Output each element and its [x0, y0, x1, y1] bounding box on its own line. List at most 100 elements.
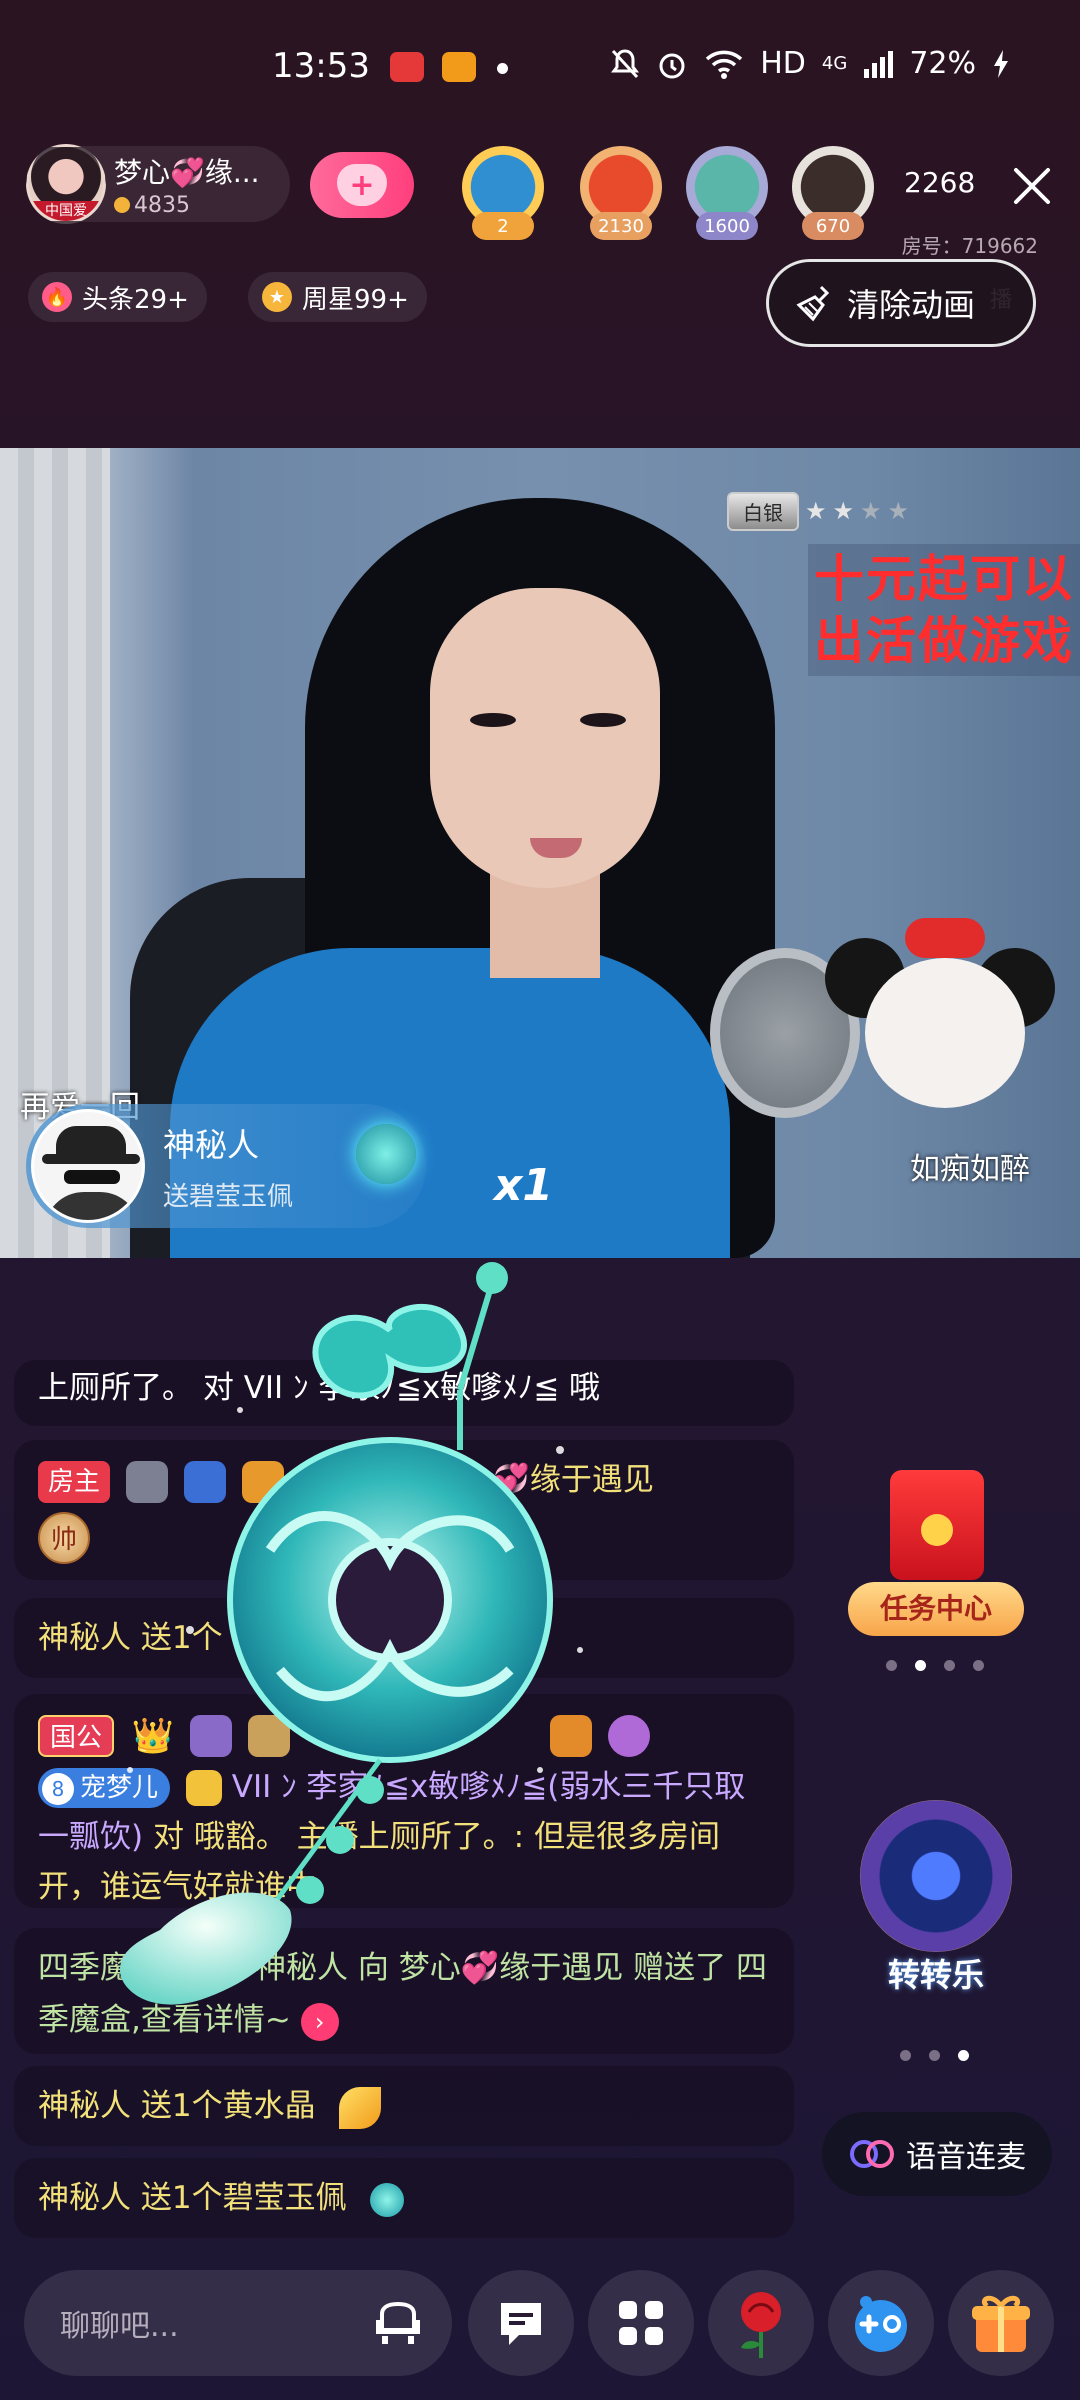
follow-button[interactable]: + — [310, 152, 414, 218]
chat-message-user: 💞缘于遇见 — [491, 1462, 654, 1498]
carousel-dot — [886, 1660, 897, 1671]
glasses-shape — [64, 1170, 120, 1184]
medal-badge-icon — [190, 1714, 233, 1757]
weekly-star-pill[interactable]: ★ 周星99+ — [248, 272, 427, 322]
chat-message[interactable]: 神秘人 送1个 — [14, 1598, 794, 1678]
carousel-dot — [944, 1660, 955, 1671]
chat-message[interactable]: 四季魔盒消息：神秘人 向 梦心💞缘于遇见 赠送了 四季魔盒,查看详情~ › — [14, 1928, 794, 2054]
headline-pill[interactable]: 🔥 头条29+ — [28, 272, 207, 322]
top-viewer-avatar-4[interactable]: 670 — [792, 146, 874, 240]
chat-message[interactable]: 神秘人 送1个碧莹玉佩 — [14, 2158, 794, 2238]
status-time: 13:53 — [272, 46, 370, 86]
clear-animation-label: 清除动画 — [847, 286, 976, 324]
mute-icon — [611, 48, 640, 78]
alarm-icon — [659, 53, 685, 78]
user-card-icon — [185, 1770, 222, 1806]
spin-carousel-dots — [900, 2050, 969, 2061]
clear-animation-button[interactable]: 清除动画 — [766, 259, 1036, 347]
barrage-button[interactable] — [468, 2270, 574, 2376]
spin-wheel-icon — [860, 1800, 1012, 1952]
host-name: 梦心💞缘... — [114, 155, 260, 189]
chat-message-body: 8 宠梦儿 VII ﾝ 李家ﾉ≦x敏嗲ﾒﾉ≦(弱水三千只取一瓢饮) 对 哦豁。 主… — [38, 1762, 770, 1912]
chat-message[interactable]: 神秘人 送1个黄水晶 — [14, 2066, 794, 2146]
gift-button[interactable] — [948, 2270, 1054, 2376]
chat-input[interactable]: 聊聊吧... — [24, 2270, 452, 2376]
broom-icon — [796, 285, 830, 322]
star-icon: ★ — [262, 282, 292, 312]
pet-badge: 8 宠梦儿 — [38, 1768, 171, 1808]
wing-badge-icon — [125, 1460, 168, 1503]
chat-message[interactable]: 房主 💞缘于遇见 帅 — [14, 1440, 794, 1580]
promo-line-1: 十元起可以 — [814, 550, 1074, 608]
seat-icon[interactable] — [372, 2300, 424, 2346]
plush-head — [865, 958, 1025, 1108]
top-viewer-avatar-1[interactable]: 2 — [462, 146, 544, 240]
plush-toy — [815, 918, 1055, 1128]
chat-message-text: 送1个黄水晶 — [131, 2088, 316, 2124]
carousel-dot-active — [915, 1660, 926, 1671]
red-envelope-seal — [921, 1514, 953, 1546]
chat-input-placeholder: 聊聊吧... — [60, 2309, 179, 2344]
promo-sign: 十元起可以 出活做游戏 — [808, 544, 1080, 676]
view-details-icon[interactable]: › — [300, 2002, 339, 2041]
host-avatar[interactable]: 中国爱 — [26, 144, 106, 224]
task-center-widget[interactable]: 任务中心 — [848, 1470, 1024, 1640]
voice-link-label: 语音连麦 — [906, 2140, 1026, 2175]
top-viewer-avatar-3[interactable]: 1600 — [686, 146, 768, 240]
gift-description: 送碧莹玉佩 — [163, 1181, 294, 1212]
promo-line-2: 出活做游戏 — [814, 612, 1074, 670]
grid-icon — [619, 2301, 663, 2345]
chat-message-user: 神秘人 — [38, 2088, 131, 2124]
top-viewer-badge-2: 2130 — [590, 212, 652, 240]
rank-star-icon: ★ — [832, 497, 855, 525]
close-icon[interactable] — [1010, 164, 1054, 208]
host-fans-count: 4835 — [134, 192, 190, 218]
host-badge: 房主 — [38, 1460, 111, 1503]
chat-message-text: 送1个碧莹玉佩 — [131, 2180, 347, 2216]
viewer-count[interactable]: 2268 — [904, 166, 975, 199]
chat-message[interactable]: 上厕所了。 对 VII ﾝ 李家ﾉ≦x敏嗲ﾒﾉ≦ 哦 — [14, 1360, 794, 1426]
chat-message-user: 神秘人 — [38, 2180, 131, 2216]
chat-message[interactable]: 国公 👑 8 宠梦儿 VII ﾝ 李家ﾉ≦x敏嗲ﾒﾉ≦(弱水三千只取一瓢饮) 对 … — [14, 1694, 794, 1908]
game-button[interactable] — [828, 2270, 934, 2376]
wifi-icon — [706, 50, 743, 79]
chat-message-user: 神秘人 — [38, 1620, 131, 1656]
rank-star-icon: ★ — [860, 497, 882, 525]
network-label: HD — [760, 46, 806, 81]
host-profile-chip[interactable]: 中国爱 梦心💞缘... 4835 — [26, 144, 290, 224]
chat-message-text: 送1个 — [131, 1620, 223, 1656]
top-viewer-avatar-2[interactable]: 2130 — [580, 146, 662, 240]
spin-game-widget[interactable]: 转转乐 — [848, 1800, 1024, 2000]
weekly-star-label: 周星99+ — [302, 284, 409, 315]
pet-name: 宠梦儿 — [80, 1773, 159, 1803]
pet-level: 8 — [42, 1773, 74, 1805]
signal-label: 4G — [821, 53, 848, 74]
task-carousel-dots — [886, 1660, 984, 1671]
top-viewer-badge-3: 1600 — [696, 212, 758, 240]
handsome-badge: 帅 — [38, 1511, 90, 1564]
room-number: 房号：719662 — [901, 234, 1038, 258]
battery-label: 72% — [909, 46, 976, 81]
carousel-dot — [973, 1660, 984, 1671]
gem-badge-icon — [299, 1460, 342, 1503]
chat-message-text: 四季魔盒消息：神秘人 向 梦心💞缘于遇见 赠送了 四季魔盒,查看详情~ — [38, 1950, 768, 2038]
voice-link-button[interactable]: 语音连麦 — [822, 2112, 1052, 2196]
carousel-dot — [929, 2050, 940, 2061]
rose-icon — [741, 2292, 781, 2358]
hat-brim-shape — [42, 1154, 140, 1164]
level-badge-icon — [241, 1460, 284, 1503]
kuwo-app-icon — [442, 52, 476, 82]
red-envelope-icon — [890, 1470, 984, 1580]
host-info: 梦心💞缘... 4835 — [114, 151, 260, 218]
status-indicators: HD 4G 72% — [610, 46, 1010, 81]
lotus-badge-icon — [247, 1714, 290, 1757]
task-center-label: 任务中心 — [848, 1582, 1024, 1636]
fire-icon: 🔥 — [42, 282, 72, 312]
rose-gift-button[interactable] — [708, 2270, 814, 2376]
signal-icon — [864, 50, 894, 78]
more-apps-button[interactable] — [588, 2270, 694, 2376]
host-fans: 4835 — [114, 193, 260, 218]
shield-badge-icon — [183, 1460, 226, 1503]
rank-badge[interactable]: 白银 ★ ★ ★ ★ — [727, 491, 909, 531]
coin-icon — [114, 197, 130, 213]
